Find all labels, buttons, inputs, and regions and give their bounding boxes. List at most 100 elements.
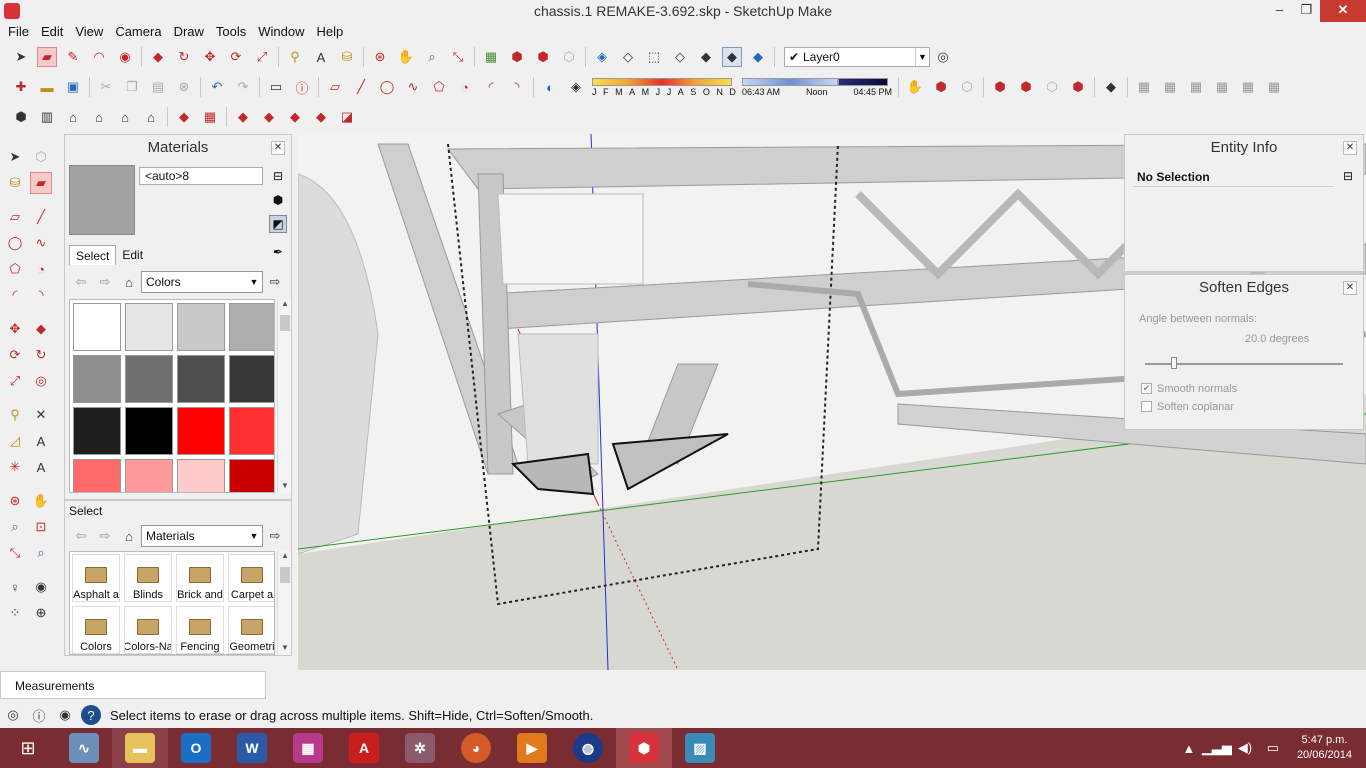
details-arrow-icon[interactable]: ⇨	[265, 526, 285, 546]
back-view-icon[interactable]: ▦	[1238, 77, 1258, 97]
angle-slider[interactable]	[1145, 357, 1343, 369]
toggle-details-icon[interactable]: ⊟	[1339, 167, 1357, 185]
previous-view-icon[interactable]: ⌕	[30, 542, 52, 564]
current-material-swatch[interactable]	[69, 165, 135, 235]
display-secondary-pane-icon[interactable]: ⊟	[269, 167, 287, 185]
solid-subtract-icon[interactable]: ⬡	[1042, 77, 1062, 97]
library-item[interactable]: Colors-Na	[124, 606, 172, 654]
tab-select[interactable]: Select	[69, 245, 117, 265]
color-swatch[interactable]	[229, 303, 274, 351]
minimize-button[interactable]: ‒	[1266, 0, 1293, 22]
taskbar-app[interactable]: ▦	[280, 728, 336, 768]
wireframe-style-icon[interactable]: ⬚	[644, 47, 664, 67]
network-icon[interactable]: ▁▃▅	[1202, 738, 1232, 758]
sandbox-drape-icon[interactable]: ◆	[285, 107, 305, 127]
color-swatch[interactable]	[73, 407, 121, 455]
color-swatch[interactable]	[73, 459, 121, 492]
rectangle-tool-icon[interactable]: ▱	[325, 77, 345, 97]
shadows-toggle-icon[interactable]: ◐	[540, 77, 560, 97]
fog-toggle-icon[interactable]: ◈	[566, 77, 586, 97]
volume-icon[interactable]: ◀)	[1235, 738, 1255, 758]
smooth-normals-checkbox[interactable]: ✔	[1141, 383, 1152, 394]
default-material-icon[interactable]: ◩	[269, 215, 287, 233]
pie-tool-icon[interactable]: ◔	[30, 258, 52, 280]
color-swatch[interactable]	[125, 407, 173, 455]
zoom-window-tool-icon[interactable]: ⊡	[30, 516, 52, 538]
taskbar-app[interactable]: O	[168, 728, 224, 768]
sandbox-flip-edge-icon[interactable]: ◪	[337, 107, 357, 127]
model-info-icon[interactable]: ⓘ	[292, 77, 312, 97]
sandbox-smoove-tool-icon[interactable]: ◆	[233, 107, 253, 127]
section-display-icon[interactable]: ⬡	[957, 77, 977, 97]
menu-view[interactable]: View	[69, 22, 109, 42]
text-tool-icon[interactable]: A	[311, 47, 331, 67]
clock[interactable]: 5:47 p.m. 20/06/2014	[1297, 733, 1352, 763]
geo-location-icon[interactable]: ◎	[3, 705, 23, 725]
scroll-up-icon[interactable]: ▲	[278, 299, 292, 311]
line-tool-icon[interactable]: ╱	[351, 77, 371, 97]
library-scrollbar[interactable]: ▲ ▼	[277, 551, 291, 655]
solid-intersect-icon[interactable]: ⬢	[1016, 77, 1036, 97]
protractor-tool-icon[interactable]: ◿	[4, 430, 26, 452]
forward-arrow-icon[interactable]: ⇨	[95, 272, 115, 292]
tape-measure-tool-icon[interactable]: ⚲	[285, 47, 305, 67]
color-swatch[interactable]	[177, 459, 225, 492]
layer-dropdown[interactable]: ✔ Layer0 ▼	[784, 47, 930, 67]
share-model-icon[interactable]: ⬢	[533, 47, 553, 67]
right-view-icon[interactable]: ▦	[1212, 77, 1232, 97]
push-pull-tool-icon[interactable]: ◆	[148, 47, 168, 67]
move-tool-icon[interactable]: ✥	[4, 318, 26, 340]
create-material-icon[interactable]: ⬢	[269, 191, 287, 209]
library-item[interactable]: Brick and	[176, 554, 224, 602]
open-file-icon[interactable]: ▬	[37, 77, 57, 97]
eraser-tool-icon[interactable]: ▰	[30, 172, 52, 194]
eraser-tool-icon[interactable]: ▰	[37, 47, 57, 67]
menu-edit[interactable]: Edit	[35, 22, 69, 42]
save-file-icon[interactable]: ▣	[63, 77, 83, 97]
scroll-thumb[interactable]	[280, 567, 290, 583]
layer-selector[interactable]: ✔ Layer0 ▼ ◎	[784, 47, 956, 67]
circle-tool-icon[interactable]: ◯	[377, 77, 397, 97]
time-gradient-night[interactable]	[838, 77, 888, 86]
solid-union-icon[interactable]: ⬢	[990, 77, 1010, 97]
xray-style-icon[interactable]: ◈	[592, 47, 612, 67]
zoom-extents-tool-icon[interactable]: ⤡	[448, 47, 468, 67]
taskbar-app[interactable]: ◕	[448, 728, 504, 768]
taskbar-app[interactable]: ✲	[392, 728, 448, 768]
taskbar-app[interactable]: ▶	[504, 728, 560, 768]
cut-icon[interactable]: ✂	[96, 77, 116, 97]
taskbar-app[interactable]: A	[336, 728, 392, 768]
three-point-arc-icon[interactable]: ◝	[30, 284, 52, 306]
line-tool-icon[interactable]: ╱	[30, 206, 52, 228]
library-dropdown[interactable]: Materials ▼	[141, 525, 263, 547]
rotate-tool-icon[interactable]: ⟳	[4, 344, 26, 366]
show-hidden-icons-icon[interactable]: ▲	[1179, 738, 1199, 758]
polygon-tool-icon[interactable]: ⬠	[429, 77, 449, 97]
restore-button[interactable]: ❐	[1293, 0, 1320, 22]
3d-text-tool-icon[interactable]: A	[30, 456, 52, 478]
section-plane-icon[interactable]: ⬢	[931, 77, 951, 97]
shapes-tool-icon[interactable]: ◉	[115, 47, 135, 67]
pencil-tool-icon[interactable]: ✎	[63, 47, 83, 67]
position-camera-icon[interactable]: ♀	[4, 576, 26, 598]
details-arrow-icon[interactable]: ⇨	[265, 272, 285, 292]
back-edges-style-icon[interactable]: ◇	[618, 47, 638, 67]
close-icon[interactable]: ✕	[271, 141, 285, 155]
copy-icon[interactable]: ❐	[122, 77, 142, 97]
menu-help[interactable]: Help	[311, 22, 350, 42]
front-camera-icon[interactable]: ⌂	[89, 107, 109, 127]
time-gradient[interactable]	[742, 77, 838, 86]
back-camera-icon[interactable]: ⌂	[141, 107, 161, 127]
paint-bucket-tool-icon[interactable]: ⛁	[4, 172, 26, 194]
back-arrow-icon[interactable]: ⇦	[71, 272, 91, 292]
zoom-tool-icon[interactable]: ⌕	[4, 516, 26, 538]
pan-tool-icon[interactable]: ✋	[30, 490, 52, 512]
color-swatch[interactable]	[125, 459, 173, 492]
measurements-box[interactable]: Measurements	[0, 671, 266, 699]
taskbar-app[interactable]: ◍	[560, 728, 616, 768]
follow-me-tool-icon[interactable]: ↻	[30, 344, 52, 366]
color-swatch[interactable]	[229, 459, 274, 492]
menu-draw[interactable]: Draw	[168, 22, 210, 42]
menu-file[interactable]: File	[2, 22, 35, 42]
home-icon[interactable]: ⌂	[119, 272, 139, 292]
